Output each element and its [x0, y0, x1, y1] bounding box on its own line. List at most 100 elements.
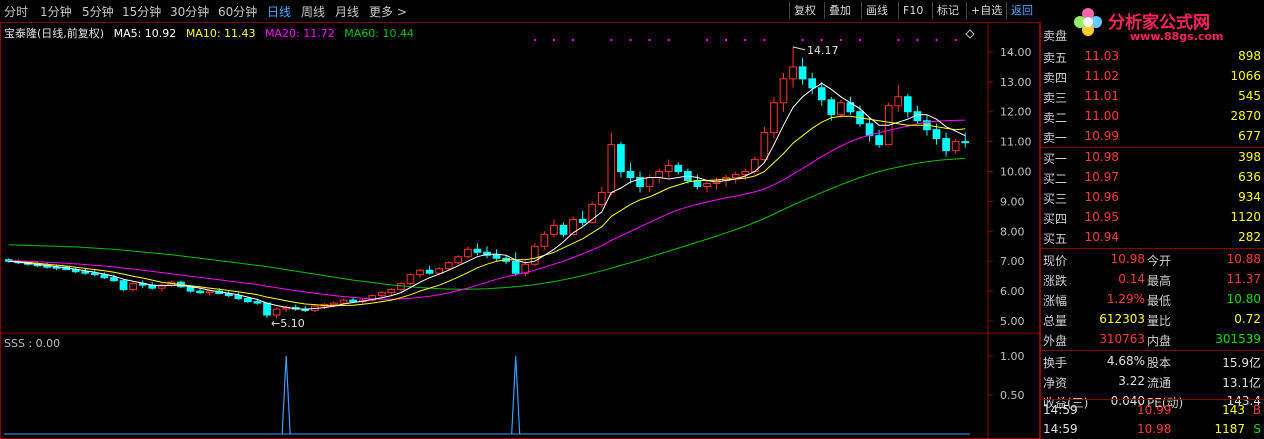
candle-body — [444, 262, 453, 270]
ask-volume: 545 — [1238, 89, 1261, 103]
quote-panel: 卖盘 卖五 11.03 898 卖四 11.02 1066 卖三 11.01 545 卖二 1… — [1040, 22, 1264, 439]
candle-body — [894, 96, 903, 107]
candle-body — [942, 138, 950, 152]
candle-body — [454, 256, 463, 264]
candle-body — [205, 290, 214, 294]
candle-body — [435, 268, 444, 274]
candle-body — [655, 171, 664, 179]
candle-body — [416, 269, 424, 276]
ask-price: 11.03 — [1084, 49, 1119, 63]
y-tick-label: 8.00 — [1000, 225, 1025, 238]
sell-header: 卖盘 — [1041, 26, 1264, 45]
bid-row[interactable]: 买四 10.95 1120 — [1041, 209, 1264, 228]
back-button[interactable]: 返回 — [1006, 2, 1037, 19]
overlay-button[interactable]: 叠加 — [824, 2, 855, 19]
candle-body — [81, 271, 90, 274]
candle-body — [540, 233, 549, 247]
stat-key: 量比 — [1147, 314, 1172, 328]
candle-body — [425, 269, 434, 274]
stat-row: 涨幅 1.29% 最低 10.80 — [1041, 290, 1264, 310]
tick-price: 10.99 — [1137, 403, 1172, 417]
candle-body — [961, 141, 970, 144]
kline-chart[interactable]: 14.00 13.00 12.00 11.00 10.00 9.00 8.00 7.00 6.0… — [0, 22, 1040, 439]
stat-value: 4.68% — [1106, 354, 1145, 368]
candle-body — [760, 132, 769, 161]
tab-1min[interactable]: 1分钟 — [40, 3, 72, 20]
tab-30min[interactable]: 30分钟 — [170, 3, 209, 20]
y-tick-label: 7.00 — [1000, 255, 1025, 268]
bid-row[interactable]: 买二 10.97 636 — [1041, 169, 1264, 188]
candle-body — [110, 277, 118, 282]
stat-key: 今开 — [1147, 254, 1172, 268]
tick-time: 14:59 — [1043, 403, 1078, 417]
tab-monthly[interactable]: 月线 — [335, 3, 359, 20]
ask-volume: 2870 — [1230, 109, 1261, 123]
tab-weekly[interactable]: 周线 — [301, 3, 325, 20]
tick-volume: 143 — [1222, 403, 1245, 417]
candle-body — [827, 99, 836, 116]
candle-body — [808, 78, 817, 89]
candle-body — [779, 78, 788, 104]
stat-value: 11.37 — [1226, 272, 1261, 286]
candle-body — [597, 191, 606, 205]
sss-spike — [511, 355, 521, 435]
candle-body — [91, 272, 99, 276]
candle-body — [511, 260, 520, 274]
candle-body — [741, 171, 750, 176]
ask-volume: 898 — [1238, 49, 1261, 63]
f10-button[interactable]: F10 — [898, 2, 927, 19]
stat-key: 净资 — [1043, 376, 1068, 390]
stat-value: 301539 — [1215, 332, 1261, 346]
high-annotation: 14.17 — [807, 44, 839, 57]
ma5-value: MA5: 10.92 — [113, 27, 177, 40]
candle-body — [263, 302, 271, 316]
bid-row[interactable]: 买五 10.94 282 — [1041, 229, 1264, 248]
candle-body — [253, 301, 262, 304]
stat-value: 3.22 — [1118, 374, 1145, 388]
indicator-legend: 宝泰隆(日线,前复权) MA5: 10.92 MA10: 11.43 MA20:… — [4, 25, 420, 41]
y-tick-label: 11.00 — [1000, 136, 1032, 149]
bid-label: 买四 — [1043, 212, 1068, 226]
bid-row[interactable]: 买一 10.98 398 — [1041, 149, 1264, 168]
sell-header-label: 卖盘 — [1043, 29, 1068, 43]
divider — [1041, 147, 1264, 148]
ask-row[interactable]: 卖四 11.02 1066 — [1041, 68, 1264, 87]
stat-row: 净资 3.22 流通 13.1亿 — [1041, 372, 1264, 392]
tab-timeshare[interactable]: 分时 — [4, 3, 28, 20]
draw-button[interactable]: 画线 — [861, 2, 892, 19]
signal-dot — [820, 39, 823, 41]
candle-body — [550, 224, 558, 235]
candle-body — [349, 299, 357, 303]
tick-price: 10.98 — [1137, 422, 1172, 436]
tab-60min[interactable]: 60分钟 — [218, 3, 257, 20]
tab-daily[interactable]: 日线 — [267, 3, 291, 20]
signal-dot — [859, 39, 862, 41]
tab-5min[interactable]: 5分钟 — [82, 3, 114, 20]
candle-body — [664, 165, 673, 173]
ask-row[interactable]: 卖三 11.01 545 — [1041, 88, 1264, 107]
diamond-marker-icon — [965, 29, 975, 39]
signal-dot — [839, 39, 842, 41]
ask-row[interactable]: 卖五 11.03 898 — [1041, 48, 1264, 67]
adjust-button[interactable]: 复权 — [789, 2, 820, 19]
tab-more[interactable]: 更多 > — [369, 3, 407, 20]
ma10-line — [8, 115, 966, 307]
bid-row[interactable]: 买三 10.96 934 — [1041, 189, 1264, 208]
tab-15min[interactable]: 15分钟 — [122, 3, 161, 20]
trade-tick-row: 14:59 10.99 143 B — [1041, 401, 1264, 420]
add-watchlist-button[interactable]: +自选 — [966, 2, 1006, 19]
bid-volume: 1120 — [1230, 210, 1261, 224]
signal-dot — [610, 39, 613, 41]
candle-body — [932, 129, 941, 140]
y-tick-label: 10.00 — [1000, 166, 1032, 179]
candle-body — [559, 224, 568, 235]
period-toolbar: 分时 1分钟 5分钟 15分钟 30分钟 60分钟 日线 周线 月线 更多 > … — [0, 0, 1040, 23]
ask-row[interactable]: 卖一 10.99 677 — [1041, 128, 1264, 147]
stat-value: 0.72 — [1234, 312, 1261, 326]
ask-row[interactable]: 卖二 11.00 2870 — [1041, 108, 1264, 127]
y-tick-label: 5.00 — [1000, 315, 1025, 328]
candle-body — [464, 248, 472, 258]
bid-label: 买三 — [1043, 192, 1068, 206]
mark-button[interactable]: 标记 — [932, 2, 963, 19]
ask-price: 11.00 — [1084, 109, 1119, 123]
